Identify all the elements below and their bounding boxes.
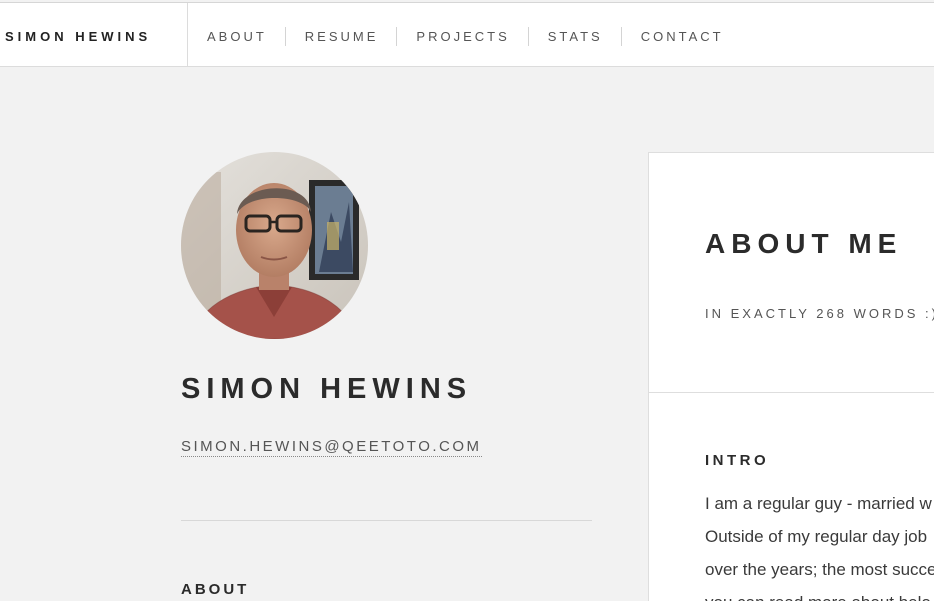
intro-line: you can read more about belo [705,586,934,601]
nav-contact[interactable]: CONTACT [622,28,742,46]
page: SIMON HEWINS ABOUT RESUME PROJECTS STATS… [0,0,934,601]
top-navigation: SIMON HEWINS ABOUT RESUME PROJECTS STATS… [0,2,934,67]
intro-paragraph: I am a regular guy - married w Outside o… [705,487,934,601]
nav-about[interactable]: ABOUT [188,28,285,46]
nav-resume[interactable]: RESUME [286,28,397,46]
intro-line: over the years; the most succe [705,560,934,579]
nav-menu: ABOUT RESUME PROJECTS STATS CONTACT [188,3,742,67]
nav-stats[interactable]: STATS [529,28,621,46]
profile-name: SIMON HEWINS [181,373,473,405]
site-brand[interactable]: SIMON HEWINS [0,3,188,67]
nav-projects[interactable]: PROJECTS [397,28,527,46]
intro-line: Outside of my regular day job [705,527,928,546]
profile-about-heading: ABOUT [181,581,250,598]
about-title: ABOUT ME [705,228,903,259]
intro-heading: INTRO [705,452,770,469]
profile-divider [181,520,592,521]
profile-photo [181,152,368,339]
profile-email-link[interactable]: SIMON.HEWINS@QEETOTO.COM [181,437,482,457]
about-subtitle: IN EXACTLY 268 WORDS :) [705,306,934,321]
about-card-header: ABOUT ME IN EXACTLY 268 WORDS :) [649,153,934,393]
intro-line: I am a regular guy - married w [705,494,932,513]
profile-photo-image [181,152,368,339]
